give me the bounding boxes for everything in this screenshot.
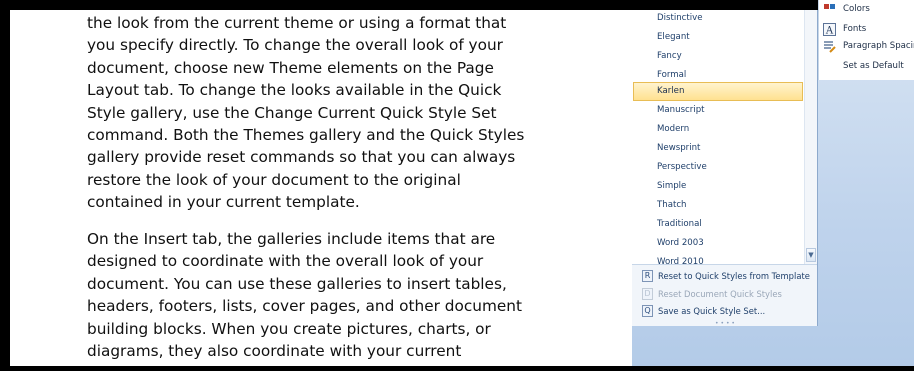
colors-label: Colors <box>843 4 870 14</box>
scroll-down-arrow-icon[interactable]: ▼ <box>806 248 816 262</box>
text-line: Layout tab. To change the looks availabl… <box>87 81 502 100</box>
text-line: Style gallery, use the Change Current Qu… <box>87 103 497 122</box>
style-set-elegant[interactable]: Elegant <box>633 28 803 47</box>
save-quick-style-set-button[interactable]: Q Save as Quick Style Set... <box>632 302 816 320</box>
style-set-thatch[interactable]: Thatch <box>633 196 803 215</box>
save-style-set-icon: Q <box>642 305 653 317</box>
change-styles-menu: Colors A Fonts Paragraph Spacing Set as … <box>818 0 914 80</box>
style-set-modern[interactable]: Modern <box>633 120 803 139</box>
colors-menu-item[interactable]: Colors <box>819 4 914 18</box>
style-set-list: Distinctive Elegant Fancy Formal Karlen … <box>632 10 804 264</box>
paragraph-spacing-label: Paragraph Spacing <box>843 41 914 51</box>
text-line: designed to coordinate with the overall … <box>87 252 484 271</box>
text-line: diagrams, they also coordinate with your… <box>87 342 462 361</box>
text-line: contained in your current template. <box>87 193 360 212</box>
style-set-manuscript[interactable]: Manuscript <box>633 101 803 120</box>
save-style-set-label: Save as Quick Style Set... <box>658 306 766 316</box>
style-set-distinctive[interactable]: Distinctive <box>633 10 803 28</box>
style-set-fancy[interactable]: Fancy <box>633 47 803 66</box>
text-line: headers, footers, lists, cover pages, an… <box>87 297 522 316</box>
text-line: gallery provide reset commands so that y… <box>87 148 516 167</box>
text-line: command. Both the Themes gallery and the… <box>87 126 525 145</box>
reset-document-icon: D <box>642 288 653 300</box>
text-line: you specify directly. To change the over… <box>87 36 503 55</box>
style-set-karlen[interactable]: Karlen <box>633 82 803 101</box>
style-set-menu-footer: R Reset to Quick Styles from Template D … <box>632 264 817 327</box>
body-paragraph-2[interactable]: On the Insert tab, the galleries include… <box>87 228 627 362</box>
style-set-newsprint[interactable]: Newsprint <box>633 139 803 158</box>
style-set-word-2003[interactable]: Word 2003 <box>633 234 803 253</box>
style-set-word-2010[interactable]: Word 2010 <box>633 253 803 264</box>
set-as-default-label: Set as Default <box>843 61 904 71</box>
reset-document-label: Reset Document Quick Styles <box>658 289 782 299</box>
fonts-label: Fonts <box>843 24 867 34</box>
text-line: building blocks. When you create picture… <box>87 319 491 338</box>
paragraph-spacing-menu-item[interactable]: Paragraph Spacing <box>819 38 914 55</box>
set-as-default-menu-item[interactable]: Set as Default <box>819 58 914 75</box>
menu-resize-grip-icon[interactable]: • • • • <box>712 321 738 327</box>
text-line: document. You can use these galleries to… <box>87 274 507 293</box>
style-set-perspective[interactable]: Perspective <box>633 158 803 177</box>
style-set-simple[interactable]: Simple <box>633 177 803 196</box>
fonts-menu-item[interactable]: A Fonts <box>819 21 914 38</box>
reset-template-icon: R <box>642 270 653 282</box>
reset-to-template-button[interactable]: R Reset to Quick Styles from Template <box>632 267 816 285</box>
svg-text:A: A <box>825 26 834 37</box>
fonts-icon: A <box>823 23 836 36</box>
reset-to-template-label: Reset to Quick Styles from Template <box>658 271 810 281</box>
paragraph-spacing-icon <box>824 41 836 53</box>
text-line: On the Insert tab, the galleries include… <box>87 230 496 248</box>
style-set-traditional[interactable]: Traditional <box>633 215 803 234</box>
body-paragraph-1[interactable]: the look from the current theme or using… <box>87 12 627 214</box>
style-list-scrollbar[interactable]: ▼ <box>804 10 817 264</box>
document-page[interactable]: the look from the current theme or using… <box>10 10 632 366</box>
text-line: restore the look of your document to the… <box>87 170 461 189</box>
text-line: the look from the current theme or using… <box>87 14 507 32</box>
reset-document-styles-button: D Reset Document Quick Styles <box>632 285 816 303</box>
style-set-dropdown: Distinctive Elegant Fancy Formal Karlen … <box>632 10 818 327</box>
colors-icon <box>824 4 835 9</box>
text-line: document, choose new Theme elements on t… <box>87 58 494 77</box>
